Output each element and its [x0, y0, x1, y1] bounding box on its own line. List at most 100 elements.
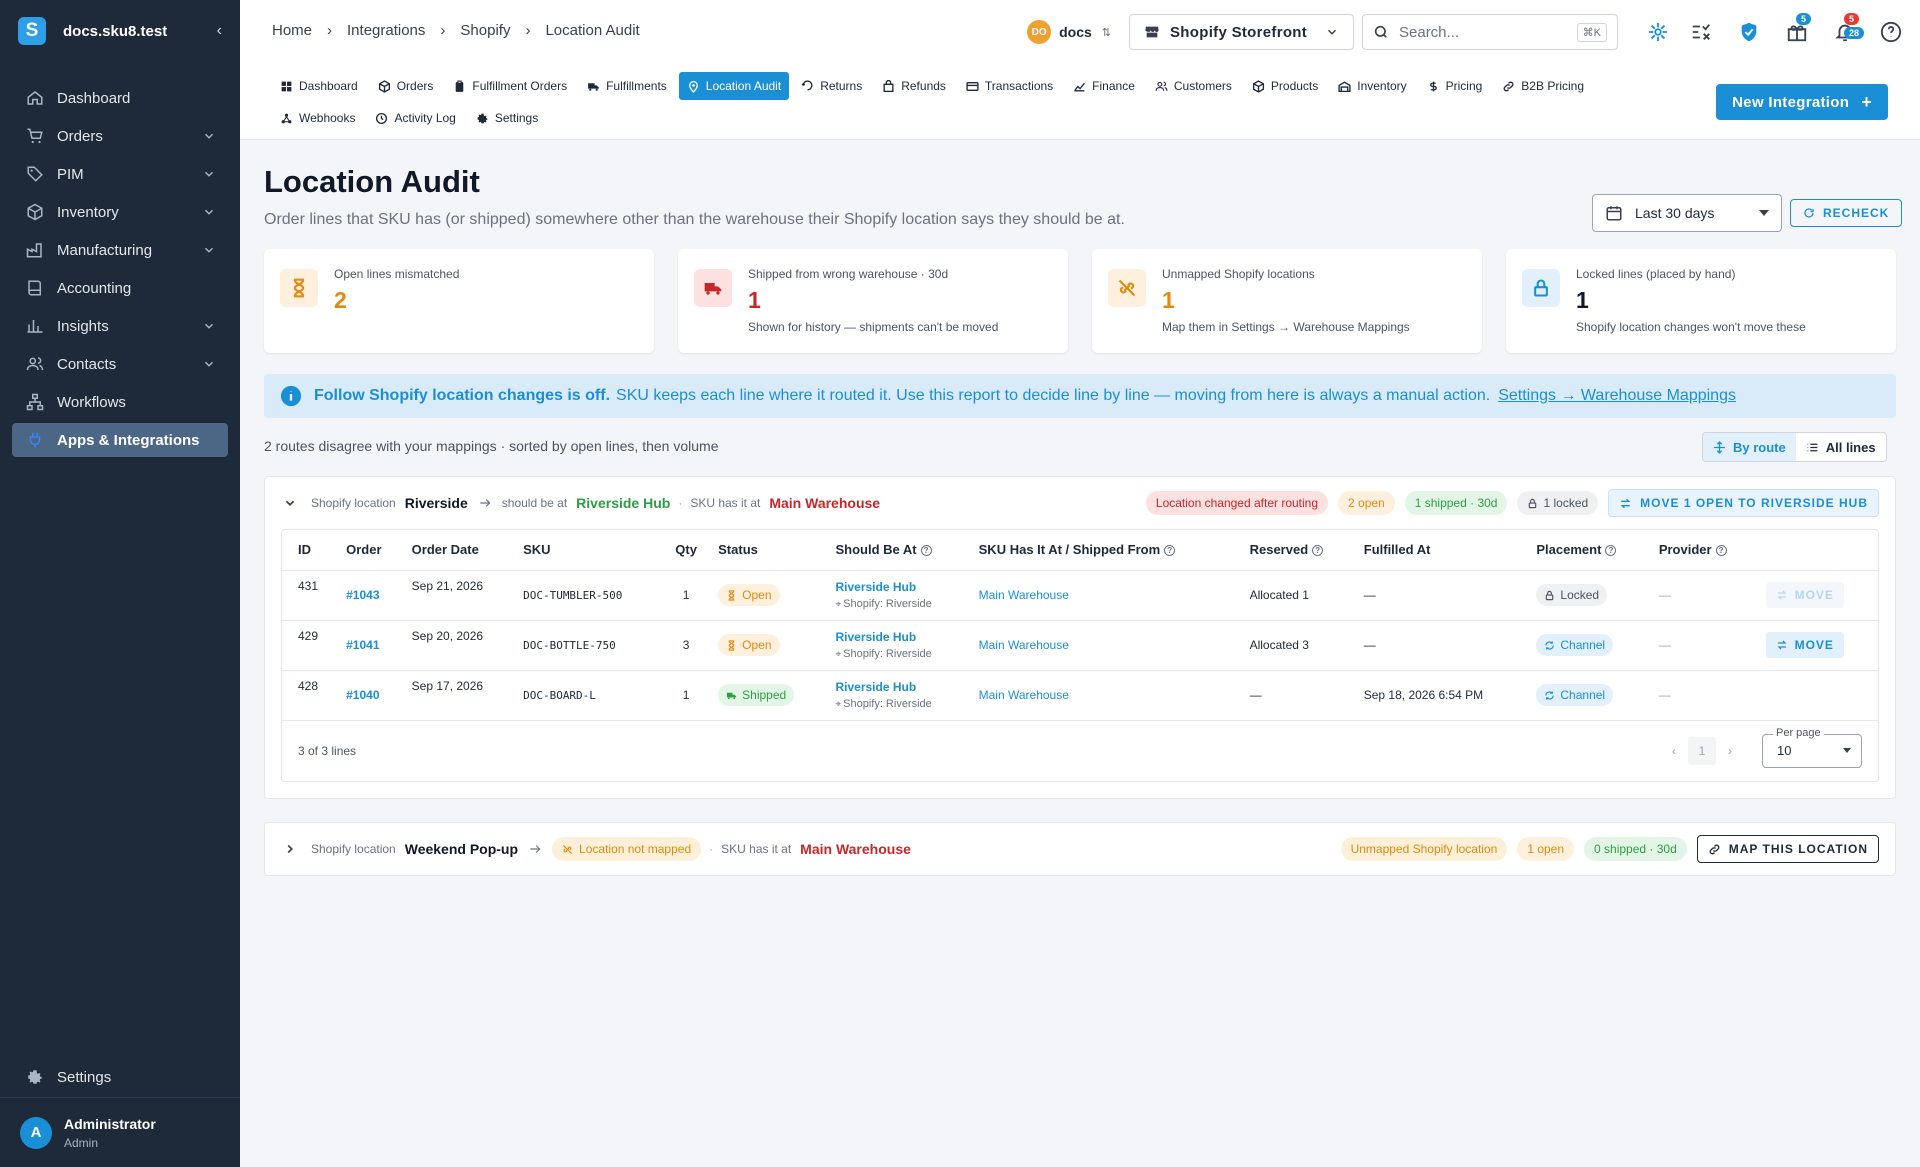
tab-webhooks[interactable]: Webhooks [272, 104, 363, 132]
network-icon[interactable] [1647, 21, 1669, 43]
order-link[interactable]: #1041 [346, 638, 379, 652]
sidebar-item-contacts[interactable]: Contacts [12, 347, 228, 381]
account-switcher[interactable]: DO docs ⇅ [1027, 20, 1111, 44]
help-icon[interactable]: ? [1164, 545, 1176, 557]
bell-icon[interactable]: 5 28 [1834, 13, 1865, 43]
move-line-button[interactable]: MOVE [1765, 582, 1844, 608]
sidebar-item-label: Apps & Integrations [57, 431, 200, 449]
move-open-button[interactable]: MOVE 1 OPEN TO RIVERSIDE HUB [1608, 489, 1879, 517]
chevron-down-icon [204, 133, 214, 139]
move-line-button[interactable]: MOVE [1765, 632, 1844, 658]
tab-fulfillment-orders[interactable]: Fulfillment Orders [445, 72, 575, 100]
sidebar-item-inventory[interactable]: Inventory [12, 195, 228, 229]
gift-icon[interactable]: 5 [1786, 13, 1812, 43]
tab-finance[interactable]: Finance [1065, 72, 1143, 100]
search-input[interactable]: Search... ⌘K [1362, 14, 1618, 50]
topbar: Home › Integrations › Shopify › Location Audit… [240, 0, 1920, 140]
map-location-button[interactable]: MAP THIS LOCATION [1696, 835, 1879, 863]
tab-dashboard[interactable]: Dashboard [272, 72, 366, 100]
link-icon [1503, 81, 1514, 91]
tab-returns[interactable]: Returns [793, 72, 870, 100]
page-number[interactable]: 1 [1688, 736, 1716, 765]
locked-count-label: 1 locked [1543, 496, 1589, 510]
date-range-select[interactable]: Last 30 days [1592, 194, 1782, 232]
view-by-route-label: By route [1733, 439, 1786, 455]
should-be-at-link[interactable]: Riverside Hub [835, 580, 962, 594]
has-at-link[interactable]: Main Warehouse [979, 588, 1069, 602]
next-page-icon[interactable]: › [1716, 744, 1744, 758]
view-by-route-button[interactable]: By route [1703, 433, 1796, 461]
prev-page-icon[interactable]: ‹ [1660, 744, 1688, 758]
route-header[interactable]: Shopify location Weekend Pop-up Location… [265, 823, 1895, 875]
help-icon[interactable]: ? [1605, 545, 1617, 557]
route-card: Shopify location Riverside should be at … [264, 476, 1896, 799]
sidebar-item-orders[interactable]: Orders [12, 119, 228, 153]
tab-label: B2B Pricing [1521, 79, 1584, 93]
breadcrumb-item[interactable]: Home [272, 22, 312, 39]
cell-reserved: — [1241, 670, 1356, 721]
collapse-sidebar-icon[interactable]: ‹ [217, 22, 222, 40]
tab-customers[interactable]: Customers [1147, 72, 1240, 100]
user-info: Administrator Admin [64, 1116, 156, 1150]
user-menu[interactable]: A Administrator Admin [0, 1097, 240, 1167]
should-be-at-link[interactable]: Riverside Hub [835, 630, 962, 644]
tab-pricing[interactable]: Pricing [1419, 72, 1491, 100]
sidebar-item-manufacturing[interactable]: Manufacturing [12, 233, 228, 267]
sidebar-item-label: Orders [57, 127, 103, 145]
breadcrumb-separator-icon: › [327, 22, 333, 39]
order-link[interactable]: #1043 [346, 588, 379, 602]
tab-inventory[interactable]: Inventory [1330, 72, 1414, 100]
breadcrumb: Home › Integrations › Shopify › Location Audit [272, 22, 640, 39]
tab-products[interactable]: Products [1244, 72, 1326, 100]
tab-refunds[interactable]: Refunds [874, 72, 954, 100]
view-all-lines-button[interactable]: All lines [1796, 433, 1886, 461]
app-logo[interactable]: S [18, 17, 46, 45]
stat-label: Shipped from wrong warehouse · 30d [748, 267, 949, 281]
sidebar-item-pim[interactable]: PIM [12, 157, 228, 191]
tab-activity-log[interactable]: Activity Log [367, 104, 463, 132]
tab-label: Orders [396, 79, 434, 93]
sidebar-item-settings[interactable]: Settings [12, 1060, 228, 1094]
tab-b2b-pricing[interactable]: B2B Pricing [1494, 72, 1592, 100]
chevron-down-icon[interactable] [283, 496, 297, 510]
tab-settings[interactable]: Settings [468, 104, 546, 132]
help-icon[interactable] [1880, 21, 1902, 43]
per-page-select[interactable]: Per page 10 [1762, 726, 1862, 768]
date-range-value: Last 30 days [1635, 205, 1715, 221]
column-header-label: Provider [1658, 542, 1712, 558]
sidebar-item-insights[interactable]: Insights [12, 309, 228, 343]
hourglass-icon [293, 278, 305, 298]
has-at-link[interactable]: Main Warehouse [979, 688, 1069, 702]
has-at-link[interactable]: Main Warehouse [979, 638, 1069, 652]
new-integration-button[interactable]: New Integration + [1716, 84, 1888, 120]
sidebar-item-dashboard[interactable]: Dashboard [12, 81, 228, 115]
shield-icon[interactable] [1738, 21, 1760, 43]
list-icon [1807, 443, 1818, 451]
order-link[interactable]: #1040 [346, 688, 379, 702]
breadcrumb-item[interactable]: Integrations [347, 22, 425, 39]
tab-label: Transactions [984, 79, 1054, 93]
recheck-button[interactable]: RECHECK [1790, 199, 1903, 227]
sidebar-item-accounting[interactable]: Accounting [12, 271, 228, 305]
help-icon[interactable]: ? [920, 545, 932, 557]
tab-orders[interactable]: Orders [370, 72, 442, 100]
tasks-icon[interactable] [1690, 21, 1712, 43]
help-icon[interactable]: ? [1312, 545, 1324, 557]
per-page-value: 10 [1777, 742, 1792, 758]
tab-fulfillments[interactable]: Fulfillments [579, 72, 675, 100]
move-open-label: MOVE 1 OPEN TO RIVERSIDE HUB [1640, 496, 1868, 510]
sidebar-item-workflows[interactable]: Workflows [12, 385, 228, 419]
help-icon[interactable]: ? [1715, 545, 1727, 557]
warehouse-mappings-link[interactable]: Settings → Warehouse Mappings [1498, 387, 1736, 405]
breadcrumb-item[interactable]: Shopify [460, 22, 510, 39]
placement-label: Channel [1560, 688, 1606, 702]
view-toggle: By route All lines [1702, 432, 1887, 462]
chevron-right-icon[interactable] [283, 842, 297, 856]
status-badge: Open [718, 584, 780, 606]
route-header[interactable]: Shopify location Riverside should be at … [265, 477, 1895, 529]
tab-transactions[interactable]: Transactions [958, 72, 1061, 100]
store-selector[interactable]: Shopify Storefront [1129, 14, 1354, 50]
should-be-at-link[interactable]: Riverside Hub [835, 680, 962, 694]
tab-location-audit[interactable]: Location Audit [678, 72, 790, 100]
sidebar-item-apps-integrations[interactable]: Apps & Integrations [12, 423, 228, 457]
